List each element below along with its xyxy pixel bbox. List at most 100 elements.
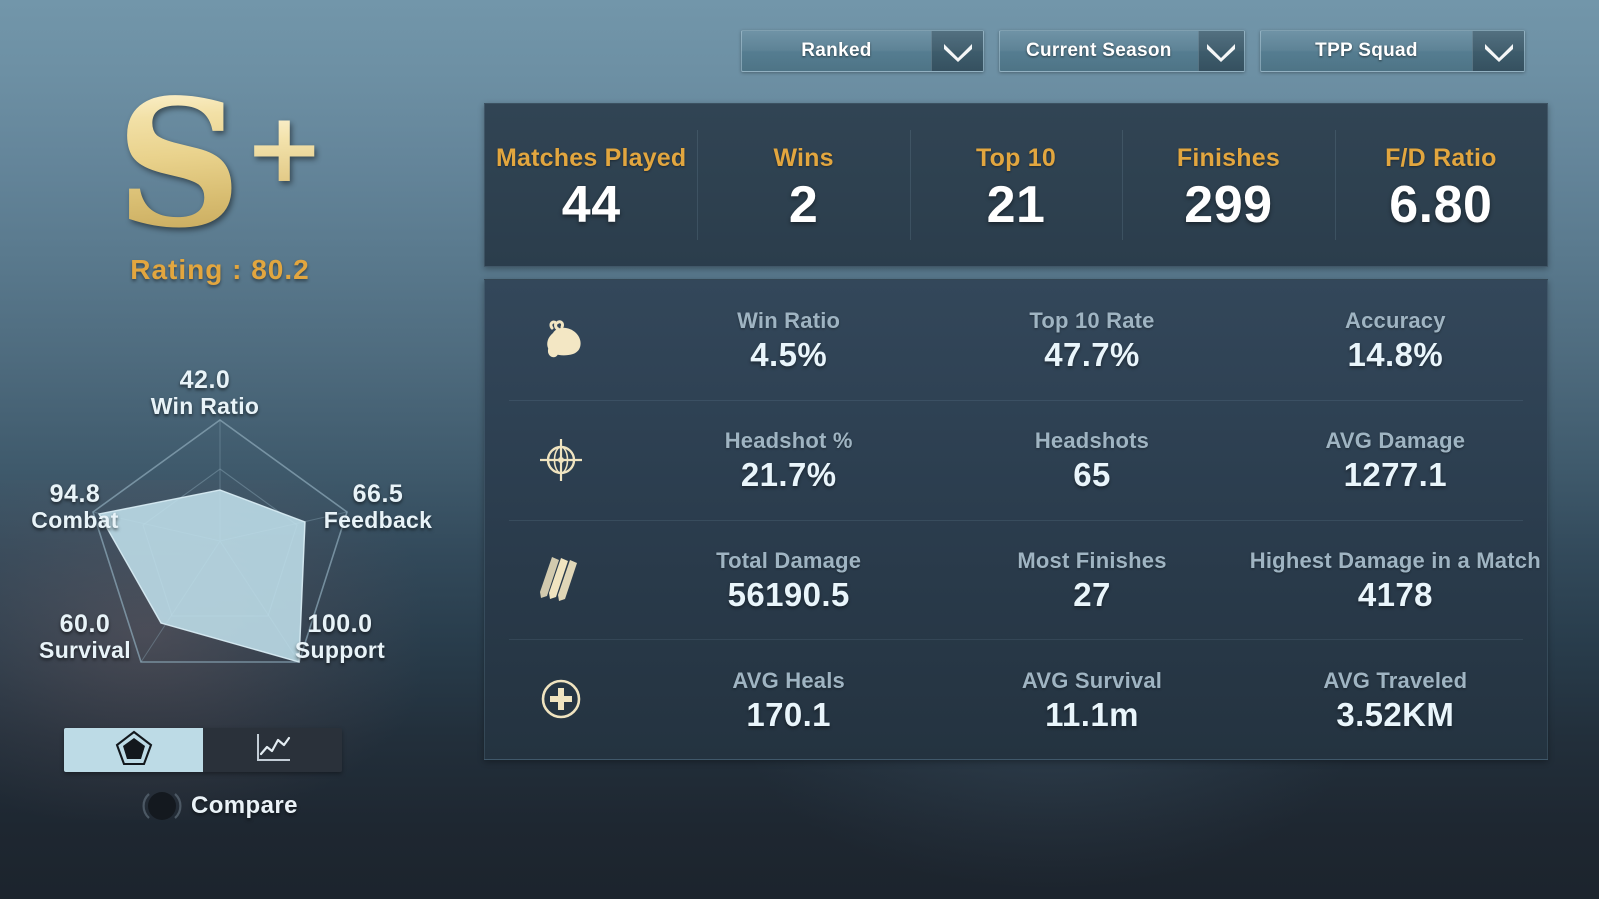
summary-label: Wins bbox=[773, 143, 834, 172]
stat-value: 14.8% bbox=[1347, 336, 1444, 374]
radar-value-win-ratio: 42.0 bbox=[179, 366, 231, 394]
dropdown-ranked[interactable]: Ranked bbox=[741, 30, 984, 72]
dropdown-mode-label: TPP Squad bbox=[1315, 40, 1418, 61]
radar-label-win-ratio: 42.0 Win Ratio bbox=[110, 366, 300, 420]
summary-value: 2 bbox=[788, 175, 819, 234]
stats-row-accuracy: Headshot % 21.7% Headshots 65 AVG Damage… bbox=[485, 399, 1547, 520]
radar-label-feedback: 66.5 Feedback bbox=[298, 480, 458, 534]
stat-value: 1277.1 bbox=[1343, 456, 1447, 494]
summary-value: 44 bbox=[561, 175, 621, 234]
stat-headshot-pct: Headshot % 21.7% bbox=[637, 400, 940, 520]
summary-label: F/D Ratio bbox=[1385, 143, 1497, 172]
summary-cell-matches-played: Matches Played 44 bbox=[485, 104, 697, 266]
crosshair-icon bbox=[485, 435, 637, 485]
stat-value: 56190.5 bbox=[727, 575, 850, 613]
summary-cell-wins: Wins 2 bbox=[697, 104, 909, 266]
stat-label: AVG Damage bbox=[1325, 428, 1466, 454]
stat-avg-survival: AVG Survival 11.1m bbox=[940, 639, 1243, 759]
stat-value: 3.52KM bbox=[1336, 695, 1455, 733]
toggle-line-view[interactable] bbox=[203, 728, 342, 772]
stats-row-cells: Headshot % 21.7% Headshots 65 AVG Damage… bbox=[637, 400, 1547, 520]
stat-value: 4.5% bbox=[750, 336, 828, 374]
radar-name-combat: Combat bbox=[31, 507, 119, 533]
rank-panel: S + Rating : 80.2 42.0 Win Ratio 66.5 Fe… bbox=[0, 0, 470, 899]
rank-plus: + bbox=[243, 92, 325, 204]
stat-label: Top 10 Rate bbox=[1029, 308, 1155, 334]
summary-cell-fd-ratio: F/D Ratio 6.80 bbox=[1334, 104, 1547, 266]
stat-value: 65 bbox=[1073, 456, 1111, 494]
medical-plus-icon bbox=[485, 676, 637, 722]
stat-label: Headshots bbox=[1034, 428, 1150, 454]
stats-row-wins: Win Ratio 4.5% Top 10 Rate 47.7% Accurac… bbox=[485, 280, 1547, 400]
stat-label: Headshot % bbox=[724, 428, 853, 454]
stat-headshots: Headshots 65 bbox=[940, 400, 1243, 520]
pentagon-radar-icon bbox=[115, 730, 153, 771]
summary-cell-finishes: Finishes 299 bbox=[1122, 104, 1334, 266]
chevron-down-icon[interactable] bbox=[1472, 31, 1524, 71]
stats-row-cells: AVG Heals 170.1 AVG Survival 11.1m AVG T… bbox=[637, 639, 1547, 759]
stat-label: Accuracy bbox=[1344, 308, 1446, 334]
stats-row-cells: Win Ratio 4.5% Top 10 Rate 47.7% Accurac… bbox=[637, 280, 1547, 400]
stats-row-support: AVG Heals 170.1 AVG Survival 11.1m AVG T… bbox=[485, 639, 1547, 759]
stat-value: 27 bbox=[1073, 575, 1111, 613]
radar-name-feedback: Feedback bbox=[323, 507, 433, 533]
summary-cell-top-10: Top 10 21 bbox=[909, 104, 1122, 266]
compare-label: Compare bbox=[191, 792, 298, 819]
radar-name-survival: Survival bbox=[39, 637, 131, 663]
summary-stats-panel: Matches Played 44 Wins 2 Top 10 21 Finis… bbox=[484, 103, 1548, 267]
radar-label-combat: 94.8 Combat bbox=[0, 480, 155, 534]
stat-label: AVG Traveled bbox=[1323, 667, 1468, 693]
summary-value: 21 bbox=[986, 175, 1046, 234]
stat-value: 47.7% bbox=[1044, 336, 1140, 374]
stat-label: Total Damage bbox=[716, 547, 862, 573]
chevron-down-icon[interactable] bbox=[931, 31, 983, 71]
radar-value-survival: 60.0 bbox=[59, 610, 111, 638]
stat-highest-damage: Highest Damage in a Match 4178 bbox=[1244, 520, 1547, 640]
radar-label-survival: 60.0 Survival bbox=[10, 610, 160, 664]
chevron-down-icon[interactable] bbox=[1197, 31, 1244, 71]
toggle-circle-icon[interactable] bbox=[142, 786, 182, 826]
stat-avg-traveled: AVG Traveled 3.52KM bbox=[1244, 639, 1547, 759]
chart-type-toggle bbox=[64, 728, 342, 772]
dropdown-season-label: Current Season bbox=[1026, 40, 1172, 61]
stat-label: Win Ratio bbox=[737, 308, 841, 334]
stat-value: 4178 bbox=[1357, 575, 1433, 613]
rank-letter: S bbox=[115, 62, 242, 267]
stat-total-damage: Total Damage 56190.5 bbox=[637, 520, 940, 640]
radar-value-feedback: 66.5 bbox=[352, 480, 404, 508]
summary-label: Top 10 bbox=[976, 143, 1056, 172]
summary-value: 299 bbox=[1184, 175, 1273, 234]
summary-label: Finishes bbox=[1176, 143, 1280, 172]
bullets-icon bbox=[485, 554, 637, 604]
stat-accuracy: Accuracy 14.8% bbox=[1244, 280, 1547, 400]
summary-value: 6.80 bbox=[1389, 175, 1493, 234]
stat-value: 170.1 bbox=[746, 695, 831, 733]
stat-label: AVG Heals bbox=[732, 667, 845, 693]
stat-label: AVG Survival bbox=[1021, 667, 1163, 693]
summary-label: Matches Played bbox=[496, 143, 687, 172]
detailed-stats-panel: Win Ratio 4.5% Top 10 Rate 47.7% Accurac… bbox=[484, 279, 1548, 760]
dropdown-season[interactable]: Current Season bbox=[999, 30, 1245, 72]
stat-value: 21.7% bbox=[740, 456, 837, 494]
stat-value: 11.1m bbox=[1045, 695, 1139, 733]
radar-value-combat: 94.8 bbox=[49, 480, 101, 508]
stat-label: Highest Damage in a Match bbox=[1249, 547, 1541, 573]
stat-most-finishes: Most Finishes 27 bbox=[940, 520, 1243, 640]
stat-label: Most Finishes bbox=[1017, 547, 1167, 573]
rank-badge-block: S + Rating : 80.2 bbox=[0, 77, 440, 286]
stat-win-ratio: Win Ratio 4.5% bbox=[637, 280, 940, 400]
radar-label-support: 100.0 Support bbox=[265, 610, 415, 664]
toggle-radar-view[interactable] bbox=[64, 728, 203, 772]
dropdown-ranked-label: Ranked bbox=[801, 40, 872, 61]
dropdown-mode[interactable]: TPP Squad bbox=[1260, 30, 1525, 72]
compare-control[interactable]: Compare bbox=[142, 786, 298, 826]
radar-chart: 42.0 Win Ratio 66.5 Feedback 100.0 Suppo… bbox=[0, 352, 440, 692]
line-chart-icon bbox=[253, 731, 293, 770]
radar-value-support: 100.0 bbox=[307, 610, 373, 638]
stat-avg-damage: AVG Damage 1277.1 bbox=[1244, 400, 1547, 520]
stat-top-10-rate: Top 10 Rate 47.7% bbox=[940, 280, 1243, 400]
rank-badge: S + bbox=[116, 77, 325, 252]
filter-bar: Ranked Current Season TPP Squad bbox=[741, 30, 1525, 72]
stats-row-damage: Total Damage 56190.5 Most Finishes 27 Hi… bbox=[485, 519, 1547, 640]
radar-name-support: Support bbox=[294, 637, 386, 663]
